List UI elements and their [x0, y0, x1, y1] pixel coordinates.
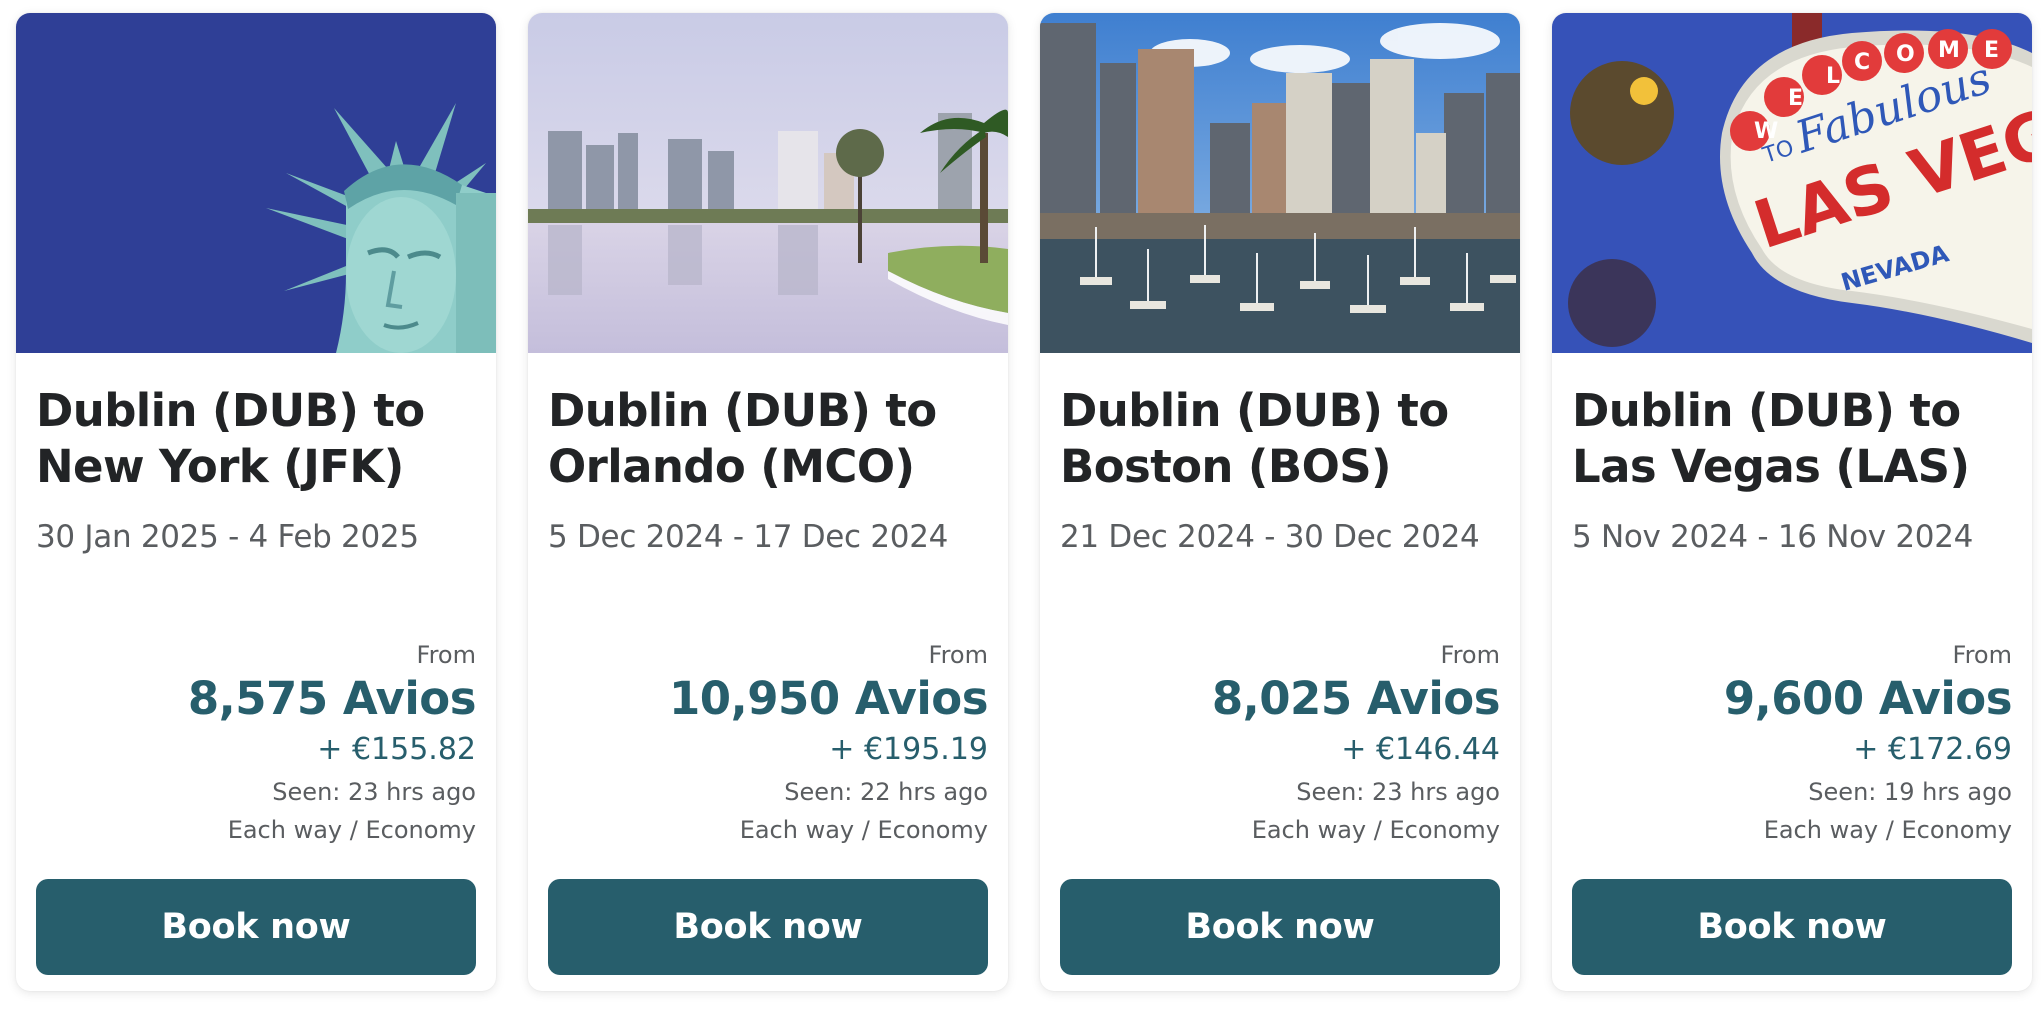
price-block: From 8,575 Avios + €155.82 Seen: 23 hrs …	[187, 639, 477, 849]
orlando-lake-skyline-photo[interactable]	[528, 13, 1008, 353]
route-title: Dublin (DUB) to Las Vegas (LAS)	[1572, 384, 1970, 493]
seen-time: Seen: 19 hrs ago	[1808, 778, 2012, 806]
route-title: Dublin (DUB) to Orlando (MCO)	[548, 384, 937, 493]
deal-card-body: Dublin (DUB) to New York (JFK) 30 Jan 20…	[36, 353, 477, 991]
deal-card-new-york[interactable]: Dublin (DUB) to New York (JFK) 30 Jan 20…	[16, 13, 496, 991]
book-now-button[interactable]: Book now	[1572, 879, 2012, 975]
svg-text:C: C	[1854, 50, 1870, 75]
cash-price: + €146.44	[1341, 732, 1500, 767]
deal-card-boston[interactable]: Dublin (DUB) to Boston (BOS) 21 Dec 2024…	[1040, 13, 1520, 991]
from-label: From	[928, 641, 988, 669]
cash-price: + €155.82	[317, 732, 476, 767]
avios-price: 8,575 Avios	[187, 672, 477, 725]
deal-card-body: Dublin (DUB) to Las Vegas (LAS) 5 Nov 20…	[1572, 353, 2013, 991]
cash-price: + €172.69	[1853, 732, 2012, 767]
avios-price: 8,025 Avios	[1211, 672, 1501, 725]
price-block: From 9,600 Avios + €172.69 Seen: 19 hrs …	[1723, 639, 2013, 849]
route-title: Dublin (DUB) to Boston (BOS)	[1060, 384, 1449, 493]
deal-card-orlando[interactable]: Dublin (DUB) to Orlando (MCO) 5 Dec 2024…	[528, 13, 1008, 991]
svg-text:M: M	[1938, 38, 1960, 63]
from-label: From	[416, 641, 476, 669]
travel-dates: 30 Jan 2025 - 4 Feb 2025	[36, 519, 419, 555]
svg-text:O: O	[1896, 42, 1915, 67]
svg-text:E: E	[1788, 86, 1803, 111]
book-now-button[interactable]: Book now	[36, 879, 476, 975]
price-block: From 8,025 Avios + €146.44 Seen: 23 hrs …	[1211, 639, 1501, 849]
from-label: From	[1440, 641, 1500, 669]
fare-type: Each way / Economy	[1251, 816, 1500, 844]
travel-dates: 5 Nov 2024 - 16 Nov 2024	[1572, 519, 1974, 555]
statue-of-liberty-photo[interactable]	[16, 13, 496, 353]
fare-type: Each way / Economy	[739, 816, 988, 844]
seen-time: Seen: 23 hrs ago	[272, 778, 476, 806]
travel-dates: 5 Dec 2024 - 17 Dec 2024	[548, 519, 949, 555]
book-now-button[interactable]: Book now	[548, 879, 988, 975]
deal-card-las-vegas[interactable]: W E L C O M E TO Fabulous LAS VEGAS NEVA…	[1552, 13, 2032, 991]
seen-time: Seen: 22 hrs ago	[784, 778, 988, 806]
cash-price: + €195.19	[829, 732, 988, 767]
svg-text:E: E	[1984, 38, 1999, 63]
las-vegas-sign-photo[interactable]: W E L C O M E TO Fabulous LAS VEGAS NEVA…	[1552, 13, 2032, 353]
deal-cards: Dublin (DUB) to New York (JFK) 30 Jan 20…	[0, 0, 2044, 1010]
seen-time: Seen: 23 hrs ago	[1296, 778, 1500, 806]
deal-card-body: Dublin (DUB) to Boston (BOS) 21 Dec 2024…	[1060, 353, 1501, 991]
deal-card-body: Dublin (DUB) to Orlando (MCO) 5 Dec 2024…	[548, 353, 989, 991]
fare-type: Each way / Economy	[227, 816, 476, 844]
svg-text:L: L	[1826, 64, 1840, 89]
book-now-button[interactable]: Book now	[1060, 879, 1500, 975]
avios-price: 10,950 Avios	[669, 672, 989, 725]
boston-harbor-skyline-photo[interactable]	[1040, 13, 1520, 353]
from-label: From	[1952, 641, 2012, 669]
route-title: Dublin (DUB) to New York (JFK)	[36, 384, 425, 493]
travel-dates: 21 Dec 2024 - 30 Dec 2024	[1060, 519, 1480, 555]
avios-price: 9,600 Avios	[1723, 672, 2013, 725]
fare-type: Each way / Economy	[1763, 816, 2012, 844]
price-block: From 10,950 Avios + €195.19 Seen: 22 hrs…	[669, 639, 989, 849]
